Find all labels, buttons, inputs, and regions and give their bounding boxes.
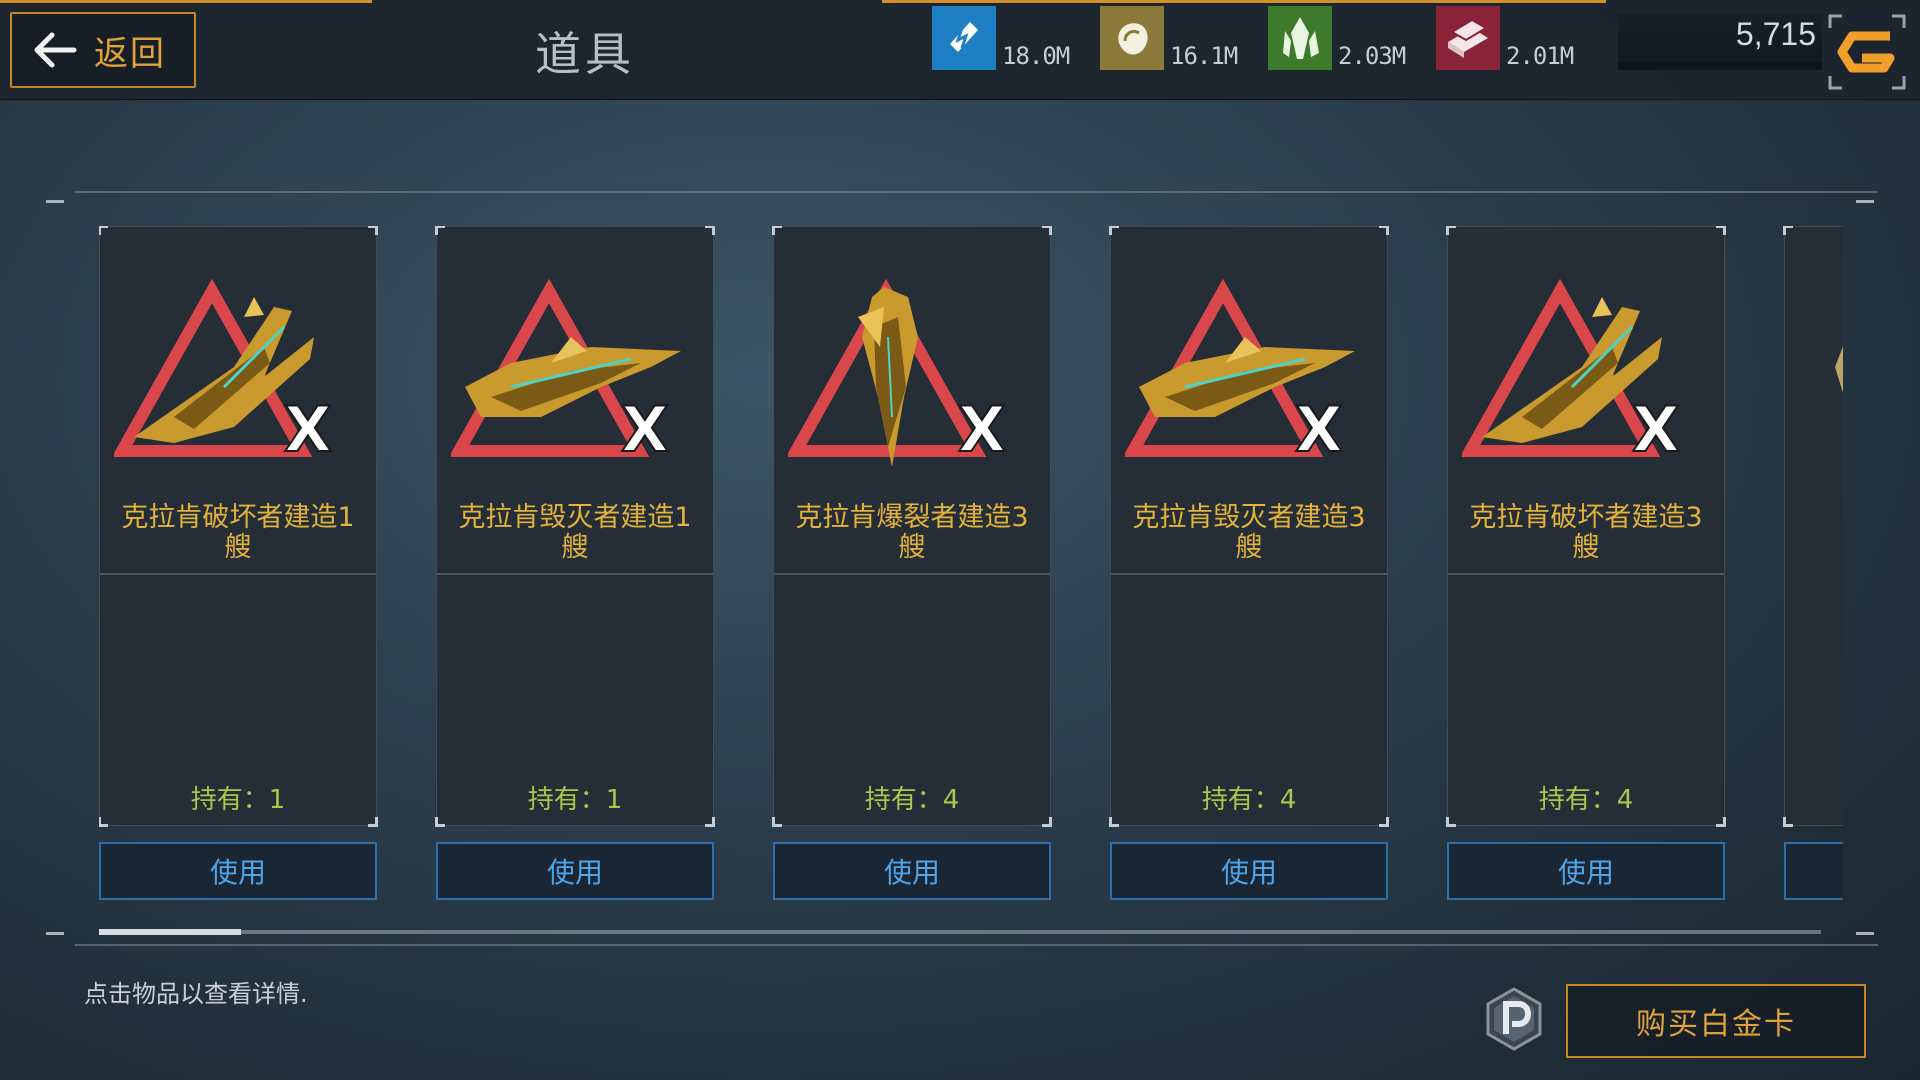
energy-value: 18.0M xyxy=(1002,42,1070,70)
currency-value: 5,715 xyxy=(1735,16,1816,52)
resource-crystal[interactable]: 2.03M xyxy=(1268,4,1406,70)
items-list[interactable]: X 克拉肯破坏者建造1 艘 持有：1 使用 X 克拉肯毁灭者建造1 艘 持有：1… xyxy=(99,226,1843,906)
top-accent-line xyxy=(0,0,372,8)
use-button-partial[interactable] xyxy=(1784,842,1843,900)
svg-text:X: X xyxy=(1632,393,1680,466)
ore-value: 16.1M xyxy=(1170,42,1238,70)
buy-platinum-card-button[interactable]: 购买白金卡 xyxy=(1566,984,1866,1058)
item-card[interactable]: X 克拉肯爆裂者建造3 艘 持有：4 xyxy=(772,226,1052,827)
kraken-wrecker-ship-icon: X xyxy=(1462,278,1681,467)
use-button[interactable]: 使用 xyxy=(436,842,714,900)
crystal-icon xyxy=(1268,6,1332,70)
resource-energy[interactable]: 18.0M xyxy=(932,4,1070,70)
item-card[interactable]: X 克拉肯破坏者建造1 艘 持有：1 xyxy=(99,226,378,827)
back-label: 返回 xyxy=(94,33,166,74)
kraken-destroyer-ship-icon: X xyxy=(1125,278,1355,467)
hint-text: 点击物品以查看详情. xyxy=(84,980,308,1008)
page-title: 道具 xyxy=(535,27,635,81)
currency-bar xyxy=(1618,62,1822,70)
use-button[interactable]: 使用 xyxy=(1110,842,1388,900)
item-card[interactable]: X 克拉肯破坏者建造3 艘 持有：4 xyxy=(1446,226,1726,827)
g-currency-icon[interactable] xyxy=(1828,14,1906,90)
resource-alloy[interactable]: 2.01M xyxy=(1436,4,1574,70)
item-card-partial[interactable] xyxy=(1783,226,1843,827)
use-button[interactable]: 使用 xyxy=(773,842,1051,900)
item-divider xyxy=(437,573,713,575)
ship-icon xyxy=(1835,346,1843,393)
item-owned-count: 持有：4 xyxy=(1201,785,1297,815)
back-arrow-icon xyxy=(34,32,77,68)
platinum-p-icon xyxy=(1486,987,1542,1051)
item-owned-count: 持有：1 xyxy=(190,785,286,815)
alloy-icon xyxy=(1436,6,1500,70)
svg-text:X: X xyxy=(284,393,332,466)
item-card[interactable]: X 克拉肯毁灭者建造3 艘 持有：4 xyxy=(1109,226,1389,827)
panel-top-line xyxy=(75,191,1878,193)
item-divider xyxy=(1448,573,1724,575)
kraken-wrecker-ship-icon: X xyxy=(114,278,333,467)
svg-text:X: X xyxy=(621,393,669,466)
panel-corner xyxy=(46,200,64,203)
kraken-burster-ship-icon: X xyxy=(788,278,1007,467)
item-card[interactable]: X 克拉肯毁灭者建造1 艘 持有：1 xyxy=(435,226,715,827)
use-button[interactable]: 使用 xyxy=(99,842,377,900)
alloy-value: 2.01M xyxy=(1506,42,1574,70)
svg-text:X: X xyxy=(958,393,1006,466)
resource-ore[interactable]: 16.1M xyxy=(1100,4,1238,70)
energy-icon xyxy=(932,6,996,70)
scrollbar-thumb[interactable] xyxy=(99,929,241,935)
item-divider xyxy=(100,573,376,575)
item-divider xyxy=(1111,573,1387,575)
panel-corner xyxy=(1856,200,1874,203)
panel-corner xyxy=(1856,932,1874,935)
currency-display: 5,715 xyxy=(1618,14,1822,70)
item-divider xyxy=(774,573,1050,575)
item-name: 克拉肯破坏者建造3 艘 xyxy=(1469,502,1703,563)
back-button[interactable]: 返回 xyxy=(10,12,196,88)
kraken-destroyer-ship-icon: X xyxy=(451,278,681,467)
item-owned-count: 持有：4 xyxy=(864,785,960,815)
item-owned-count: 持有：1 xyxy=(527,785,623,815)
horizontal-scrollbar[interactable] xyxy=(99,930,1821,934)
item-name: 克拉肯毁灭者建造1 艘 xyxy=(458,502,692,563)
panel-corner xyxy=(46,932,64,935)
panel-bottom-line xyxy=(75,944,1878,946)
top-bar: 返回 道具 18.0M 16.1M 2.03M 2.01M 5,715 xyxy=(0,0,1920,100)
item-name: 克拉肯毁灭者建造3 艘 xyxy=(1132,502,1366,563)
item-owned-count: 持有：4 xyxy=(1538,785,1634,815)
ore-icon xyxy=(1100,6,1164,70)
crystal-value: 2.03M xyxy=(1338,42,1406,70)
item-name: 克拉肯爆裂者建造3 艘 xyxy=(795,502,1029,563)
item-name: 克拉肯破坏者建造1 艘 xyxy=(121,502,355,563)
use-button[interactable]: 使用 xyxy=(1447,842,1725,900)
svg-text:X: X xyxy=(1295,393,1343,466)
